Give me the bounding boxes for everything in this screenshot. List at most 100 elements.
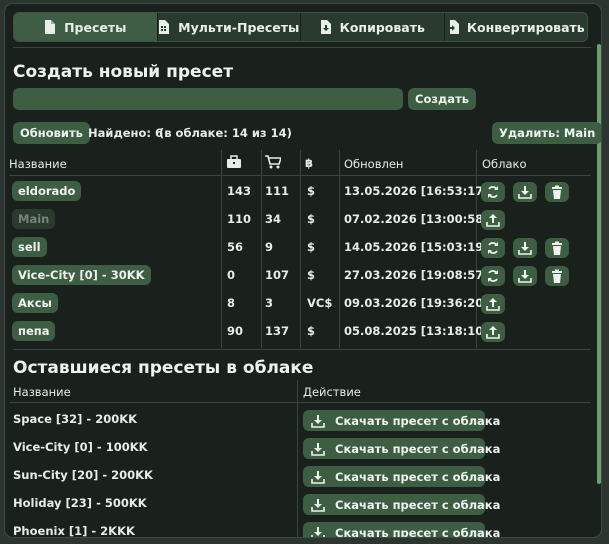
trash-icon [552, 269, 562, 283]
cloud-download-button[interactable]: Скачать пресет с облака [303, 466, 500, 487]
tab-multi-presets[interactable]: Мульти-Пресеты [157, 13, 301, 41]
sync-button[interactable] [481, 238, 505, 258]
preset-sell[interactable]: sell [12, 237, 47, 257]
col1-value: 0 [227, 268, 236, 282]
upload-button[interactable] [481, 322, 505, 342]
currency-value: $ [307, 184, 316, 198]
cloud-download-button[interactable]: Скачать пресет с облака [303, 438, 500, 459]
col2-value: 107 [265, 268, 290, 282]
found-count: Найдено: 6 [88, 126, 163, 140]
header-updated: Обновлен [344, 157, 404, 171]
tab-label: Мульти-Пресеты [178, 19, 300, 35]
cloud-preset-name: Space [32] - 200KK [13, 412, 138, 426]
cloud-download-label: Скачать пресет с облака [335, 497, 501, 512]
cloud-preset-name: Holiday [23] - 500KK [13, 496, 147, 510]
trash-icon [552, 185, 562, 199]
preset-vice-city[interactable]: Vice-City [0] - 30KK [12, 265, 151, 285]
column-divider [300, 150, 301, 348]
download-icon [311, 526, 325, 537]
sync-button[interactable] [481, 182, 505, 202]
presets-window: Пресеты Мульти-Пресеты Копировать Конвер… [4, 3, 602, 538]
col2-value: 9 [265, 240, 274, 254]
upload-button[interactable] [481, 294, 505, 314]
preset-pepa[interactable]: пепа [12, 321, 56, 341]
col2-value: 137 [265, 324, 290, 338]
delete-button[interactable] [545, 266, 569, 286]
cloud-preset-name: Sun-City [20] - 200KK [13, 468, 153, 482]
download-icon [311, 414, 325, 428]
download-icon [518, 242, 532, 255]
upload-button[interactable] [481, 210, 505, 230]
create-button[interactable]: Создать [408, 88, 477, 110]
tab-label: Копировать [339, 19, 425, 35]
delete-button[interactable] [545, 182, 569, 202]
divider [13, 349, 591, 350]
download-icon [311, 498, 325, 512]
file-icon [45, 20, 56, 34]
cloud-download-label: Скачать пресет с облака [335, 469, 501, 484]
cloud-download-label: Скачать пресет с облака [335, 441, 501, 456]
cloud-header-name: Название [13, 385, 71, 399]
preset-aksy[interactable]: Аксы [12, 293, 58, 313]
upload-icon [486, 326, 500, 339]
tab-label: Конвертировать [466, 19, 585, 35]
preset-main[interactable]: Main [12, 209, 56, 229]
tab-presets[interactable]: Пресеты [14, 13, 158, 41]
divider [13, 47, 591, 48]
cloud-download-label: Скачать пресет с облака [335, 525, 501, 538]
tab-label: Пресеты [64, 19, 127, 35]
download-button[interactable] [513, 238, 537, 258]
column-divider [221, 150, 222, 348]
cloud-download-button[interactable]: Скачать пресет с облака [303, 410, 500, 431]
cloud-preset-name: Phoenix [1] - 2KKK [13, 524, 135, 538]
multi-file-icon [159, 20, 170, 34]
header-currency: ฿ [305, 156, 314, 170]
column-divider [297, 380, 298, 537]
col1-value: 56 [227, 240, 244, 254]
column-divider [339, 150, 340, 348]
header-name: Название [9, 157, 67, 171]
cloud-header-action: Действие [303, 385, 361, 399]
updated-value: 07.02.2026 [13:00:58] [344, 212, 489, 226]
download-button[interactable] [513, 182, 537, 202]
cloud-count: (в облаке: 14 из 14) [159, 126, 292, 140]
currency-value: $ [307, 212, 316, 226]
col2-value: 111 [265, 184, 290, 198]
create-title: Создать новый пресет [13, 62, 234, 82]
upload-icon [486, 214, 500, 227]
updated-value: 27.03.2026 [19:08:57] [344, 268, 489, 282]
sync-button[interactable] [481, 266, 505, 286]
col1-value: 143 [227, 184, 252, 198]
col2-value: 34 [265, 212, 282, 226]
delete-button[interactable] [545, 238, 569, 258]
download-button[interactable] [513, 266, 537, 286]
upload-icon [486, 298, 500, 311]
col1-value: 110 [227, 212, 252, 226]
sync-icon [488, 242, 498, 254]
header-cloud: Облако [482, 157, 527, 171]
cloud-download-button[interactable]: Скачать пресет с облака [303, 494, 500, 515]
delete-main-button[interactable]: Удалить: Main [492, 122, 601, 144]
currency-value: $ [307, 268, 316, 282]
refresh-button[interactable]: Обновить [13, 122, 90, 144]
sync-icon [488, 186, 498, 198]
currency-value: $ [307, 324, 316, 338]
file-download-icon [320, 20, 331, 34]
tab-bar: Пресеты Мульти-Пресеты Копировать Конвер… [13, 12, 588, 42]
preset-eldorado[interactable]: eldorado [12, 181, 82, 201]
download-icon [518, 270, 532, 283]
updated-value: 14.05.2026 [15:03:19] [344, 240, 489, 254]
trash-icon [552, 241, 562, 255]
column-divider [261, 150, 262, 348]
tab-copy[interactable]: Копировать [301, 13, 445, 41]
tab-convert[interactable]: Конвертировать [444, 13, 587, 41]
download-icon [311, 442, 325, 456]
scrollbar[interactable] [597, 44, 601, 484]
divider [9, 402, 591, 403]
col1-value: 90 [227, 324, 244, 338]
cloud-download-button[interactable]: Скачать пресет с облака [303, 522, 500, 537]
updated-value: 05.08.2025 [13:18:10] [344, 324, 489, 338]
currency-value: VC$ [307, 296, 333, 310]
download-icon [311, 470, 325, 484]
preset-name-input[interactable] [13, 88, 403, 110]
